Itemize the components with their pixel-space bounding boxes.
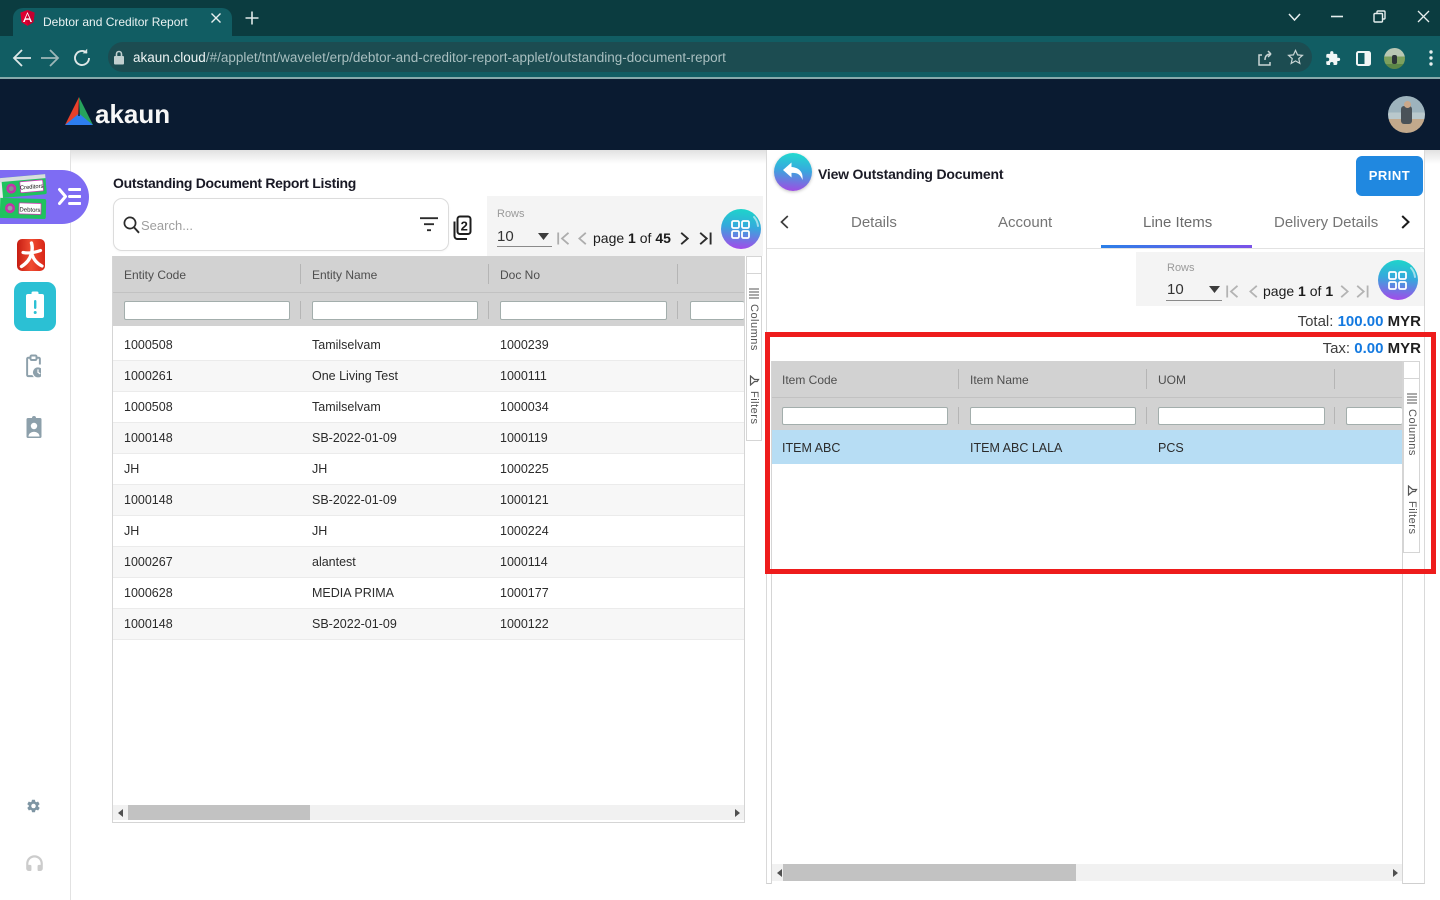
svg-text:2: 2: [461, 219, 468, 234]
svg-text:Debtors: Debtors: [19, 207, 40, 214]
